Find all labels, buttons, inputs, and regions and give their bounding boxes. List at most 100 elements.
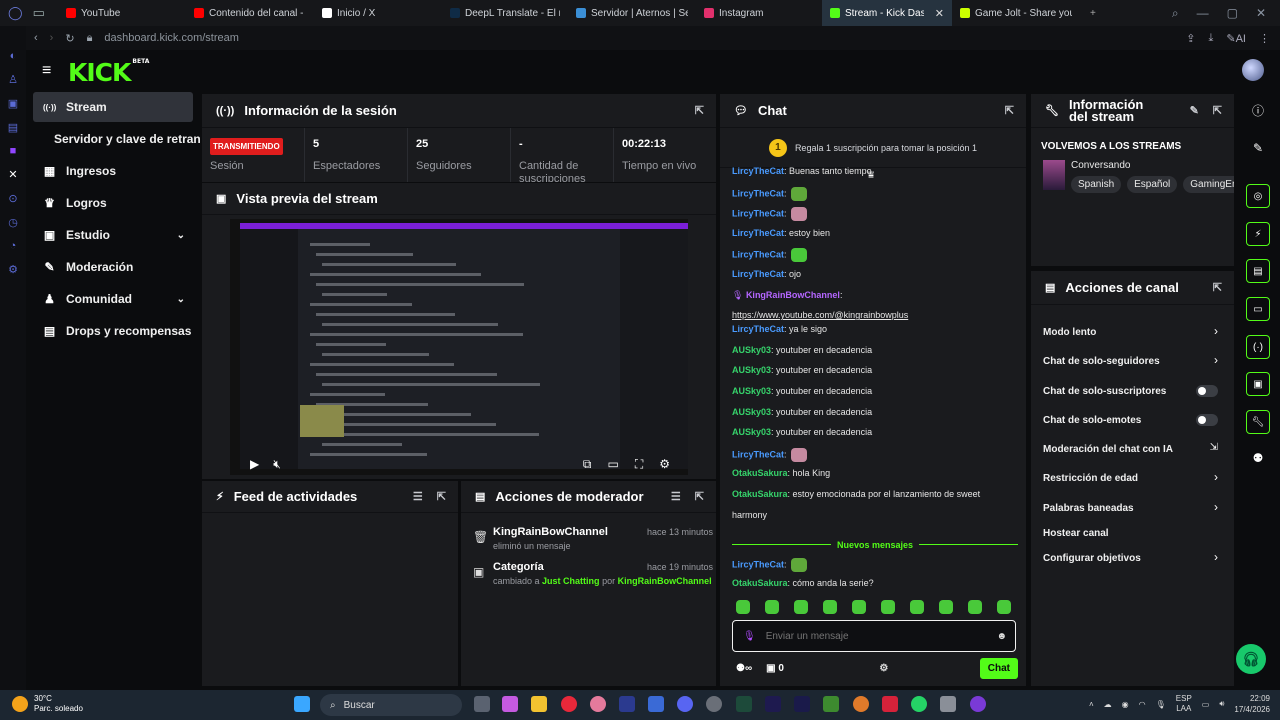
emote-icon[interactable] — [881, 600, 895, 614]
blender-icon[interactable] — [853, 696, 869, 712]
photoshop-icon[interactable] — [619, 696, 635, 712]
sidebar-app-icon[interactable]: ▣ — [8, 97, 18, 110]
browser-tab[interactable]: DeepL Translate - El mejor — [442, 0, 568, 26]
audition-icon[interactable] — [736, 696, 752, 712]
kick-logo[interactable]: KICK BETA — [68, 58, 149, 87]
mic-icon[interactable]: 🎙︎ — [743, 631, 756, 642]
chat-message[interactable]: LircyTheCat: ya le sigo — [732, 324, 827, 334]
task-view-icon[interactable] — [474, 696, 490, 712]
sidebar-app-icon[interactable]: ◔ — [10, 240, 17, 252]
x-icon[interactable]: ✕ — [8, 168, 17, 181]
chevron-right-icon[interactable]: › — [1214, 353, 1218, 367]
channel-action-row[interactable]: Hostear canal — [1043, 523, 1223, 543]
play-icon[interactable]: ▶ — [250, 457, 259, 471]
sidebar-app-icon[interactable]: ◷ — [8, 216, 18, 229]
chat-username[interactable]: KingRainBowChannel — [746, 290, 840, 300]
browser-tab[interactable]: Contenido del canal - You — [186, 0, 314, 26]
chat-message[interactable]: AUSky03: youtuber en decadencia — [732, 345, 872, 355]
archive-icon[interactable]: ▣ — [1246, 372, 1270, 396]
chat-message[interactable]: LircyTheCat: — [732, 447, 808, 462]
emote-icon[interactable] — [794, 600, 808, 614]
chat-message[interactable]: https://www.youtube.com/@kingrainbowplus — [732, 310, 908, 320]
emote-icon[interactable] — [823, 600, 837, 614]
chat-username[interactable]: LircyTheCat — [732, 228, 784, 238]
hamburger-menu-icon[interactable]: ≡ — [42, 63, 51, 79]
copilot-icon[interactable] — [502, 696, 518, 712]
app-tray-icon[interactable]: ◉ — [1122, 700, 1129, 709]
chevron-right-icon[interactable]: › — [1214, 550, 1218, 564]
chat-message[interactable]: AUSky03: youtuber en decadencia — [732, 407, 872, 417]
share-icon[interactable]: ⇪ — [1186, 32, 1195, 45]
emote-icon[interactable] — [997, 600, 1011, 614]
twitch-icon[interactable]: ■ — [10, 145, 17, 157]
broadcast-icon[interactable]: (·) — [1246, 335, 1270, 359]
opera-icon[interactable] — [561, 696, 577, 712]
popout-icon[interactable]: ⇱ — [695, 104, 704, 117]
nav-item[interactable]: ▣ Estudio ⌄ — [33, 220, 193, 250]
chat-input[interactable] — [765, 630, 987, 642]
settings-icon[interactable]: ⚙ — [659, 457, 670, 472]
channel-action-row[interactable]: Moderación del chat con IA — [1043, 439, 1223, 459]
chat-username[interactable]: LircyTheCat — [732, 250, 784, 260]
chat-username[interactable]: AUSky03 — [732, 345, 771, 355]
minimize-icon[interactable]: — — [1197, 6, 1209, 21]
nav-item[interactable]: ((·)) Stream — [33, 92, 193, 122]
chat-username[interactable]: AUSky03 — [732, 386, 771, 396]
browser-tab[interactable]: Stream - Kick Dashboard ✕ — [822, 0, 952, 26]
document-icon[interactable]: ▤ — [1246, 259, 1270, 283]
sidebar-app-icon[interactable]: ⊙ — [8, 192, 17, 205]
emote-icon[interactable] — [968, 600, 982, 614]
chat-username[interactable]: OtakuSakura — [732, 468, 788, 478]
popout-icon[interactable]: ⇱ — [695, 490, 704, 503]
chat-username[interactable]: LircyTheCat — [732, 324, 784, 334]
send-chat-button[interactable]: Chat — [979, 657, 1018, 679]
chat-username[interactable]: LircyTheCat — [732, 449, 784, 459]
chat-username[interactable]: LircyTheCat — [732, 209, 784, 219]
chat-username[interactable]: LircyTheCat — [732, 269, 784, 279]
maximize-icon[interactable]: ▢ — [1227, 6, 1238, 21]
chat-message[interactable]: LircyTheCat: — [732, 557, 808, 572]
discord-icon[interactable] — [677, 696, 693, 712]
chat-username[interactable]: AUSky03 — [732, 427, 771, 437]
filter-icon[interactable]: ☰ — [413, 490, 423, 503]
channel-action-row[interactable]: Chat de solo-seguidores — [1043, 351, 1223, 371]
close-window-icon[interactable]: ✕ — [1256, 6, 1266, 21]
emote-icon[interactable] — [910, 600, 924, 614]
chat-username[interactable]: LircyTheCat — [732, 166, 784, 176]
windows-start-icon[interactable] — [294, 696, 310, 712]
info-icon[interactable]: ⓘ — [1246, 98, 1270, 122]
chat-message[interactable]: 🎙︎ KingRainBowChannel: — [732, 290, 842, 301]
channel-action-row[interactable]: Configurar objetivos — [1043, 548, 1223, 568]
close-tab-icon[interactable]: ✕ — [935, 7, 944, 20]
chat-message[interactable]: AUSky03: youtuber en decadencia — [732, 427, 872, 437]
chevron-right-icon[interactable]: › — [1214, 500, 1218, 514]
volume-icon[interactable]: 🔊︎ — [1219, 699, 1224, 709]
app-icon[interactable] — [970, 696, 986, 712]
chevron-up-icon[interactable]: ˄ — [1089, 700, 1094, 709]
channel-action-row[interactable]: Modo lento — [1043, 322, 1223, 342]
nav-sub-item[interactable]: Servidor y clave de retransmisión — [54, 132, 200, 146]
download-icon[interactable]: ⤓ — [1209, 32, 1214, 45]
store-icon[interactable] — [648, 696, 664, 712]
mute-icon[interactable]: 🔇︎ — [273, 457, 281, 472]
chat-message[interactable]: LircyTheCat: — [732, 207, 808, 222]
browser-tab[interactable]: Servidor | Aternos | Servid — [568, 0, 696, 26]
stream-preview-video[interactable] — [230, 219, 688, 475]
chat-message[interactable]: OtakuSakura: estoy emocionada por el lan… — [732, 489, 980, 499]
sidebar-app-icon[interactable]: ♙ — [8, 73, 18, 86]
forward-icon[interactable]: › — [50, 32, 54, 44]
filter-icon[interactable]: ☰ — [671, 490, 681, 503]
emote-icon[interactable] — [765, 600, 779, 614]
chat-message[interactable]: AUSky03: youtuber en decadencia — [732, 365, 872, 375]
whatsapp-icon[interactable] — [911, 696, 927, 712]
avatar[interactable] — [1242, 59, 1264, 81]
tab-overview-icon[interactable]: ▭ — [33, 5, 45, 21]
settings-icon[interactable]: ⚙ — [8, 263, 18, 276]
chat-icon[interactable]: ▭ — [1246, 297, 1270, 321]
back-icon[interactable]: ‹ — [34, 32, 38, 44]
tag[interactable]: Español — [1127, 176, 1178, 193]
file-explorer-icon[interactable] — [531, 696, 547, 712]
search-icon[interactable]: ⌕ — [1172, 6, 1179, 21]
ai-button[interactable]: ✎AI — [1226, 32, 1246, 45]
fullscreen-icon[interactable]: ⛶ — [635, 457, 643, 472]
